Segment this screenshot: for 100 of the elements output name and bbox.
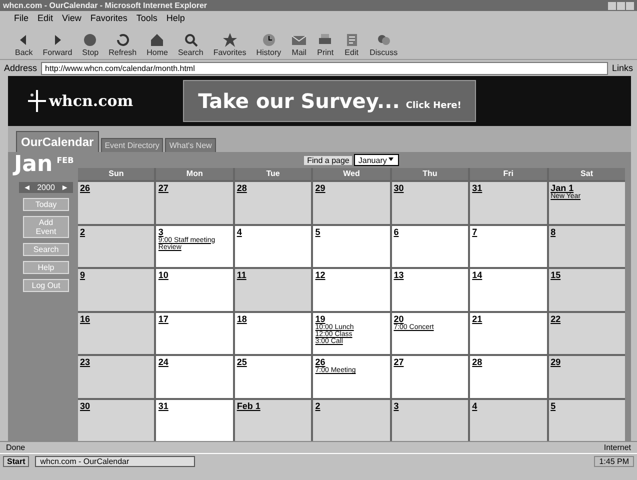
- day-number[interactable]: 9: [80, 270, 86, 280]
- day-cell[interactable]: 31: [470, 182, 547, 224]
- day-cell[interactable]: 6: [392, 226, 468, 267]
- day-number[interactable]: 18: [236, 314, 247, 324]
- day-number[interactable]: 25: [236, 357, 247, 367]
- day-cell[interactable]: 29: [313, 182, 390, 224]
- day-number[interactable]: 21: [472, 314, 482, 324]
- day-number[interactable]: 23: [80, 357, 90, 367]
- day-number[interactable]: 29: [315, 183, 326, 193]
- day-number[interactable]: 5: [315, 226, 320, 236]
- caret-icon[interactable]: [386, 155, 395, 163]
- day-number[interactable]: 24: [158, 357, 168, 367]
- toolbar-button[interactable]: Refresh: [106, 30, 140, 59]
- survey-ad[interactable]: Take our Survey... Click Here!: [183, 80, 476, 122]
- speech-bubbles-icon[interactable]: [376, 32, 392, 48]
- day-number[interactable]: 27: [394, 357, 404, 367]
- menu-item[interactable]: File: [14, 13, 29, 23]
- toolbar-button[interactable]: Favorites: [210, 30, 250, 59]
- toolbar-button[interactable]: Discuss: [366, 30, 401, 59]
- day-cell[interactable]: 17: [156, 312, 233, 354]
- day-number[interactable]: 31: [472, 183, 482, 193]
- day-number[interactable]: 3: [394, 400, 399, 410]
- day-cell[interactable]: 5: [313, 226, 390, 267]
- toolbar-button[interactable]: Stop: [79, 30, 102, 59]
- menu-item[interactable]: Tools: [136, 13, 158, 23]
- tab[interactable]: OurCalendar: [16, 131, 99, 152]
- day-number[interactable]: 5: [550, 400, 556, 410]
- menu-item[interactable]: Edit: [38, 13, 54, 23]
- day-cell[interactable]: 27: [156, 182, 233, 224]
- day-cell[interactable]: 31: [156, 400, 233, 441]
- day-cell[interactable]: 5: [548, 400, 625, 441]
- day-number[interactable]: 30: [80, 400, 90, 410]
- day-number[interactable]: 19: [315, 314, 326, 324]
- menu-item[interactable]: View: [62, 13, 82, 23]
- day-number[interactable]: 28: [236, 183, 247, 193]
- day-number[interactable]: 22: [550, 314, 561, 324]
- day-cell[interactable]: 13: [392, 269, 468, 310]
- day-cell[interactable]: 27: [392, 356, 468, 398]
- day-cell[interactable]: 22: [548, 312, 625, 354]
- day-number[interactable]: 16: [80, 314, 90, 324]
- day-number[interactable]: 11: [236, 270, 246, 280]
- day-number[interactable]: 26: [80, 183, 90, 193]
- next-year-arrow[interactable]: ►: [60, 183, 69, 192]
- day-number[interactable]: 7: [472, 226, 478, 236]
- toolbar-button[interactable]: Search: [174, 30, 206, 59]
- day-cell[interactable]: 10: [156, 269, 233, 310]
- stop-icon[interactable]: [82, 32, 98, 48]
- menu-item[interactable]: Help: [166, 13, 185, 23]
- day-number[interactable]: 2: [315, 400, 320, 410]
- links-button[interactable]: Links: [612, 63, 633, 73]
- day-cell[interactable]: 24: [156, 356, 233, 398]
- day-number[interactable]: Jan 1: [550, 183, 574, 193]
- site-logo[interactable]: whcn.com: [49, 92, 134, 110]
- day-number[interactable]: 30: [394, 183, 404, 193]
- day-number[interactable]: 29: [550, 357, 561, 367]
- toolbar-button[interactable]: Back: [12, 30, 36, 59]
- day-number[interactable]: 4: [472, 400, 478, 410]
- day-number[interactable]: 2: [80, 226, 86, 236]
- day-number[interactable]: 26: [315, 357, 326, 367]
- day-cell[interactable]: 21: [470, 312, 547, 354]
- day-number[interactable]: Feb 1: [236, 400, 260, 410]
- toolbar-button[interactable]: Home: [144, 30, 171, 59]
- taskbar-button[interactable]: whcn.com - OurCalendar: [35, 456, 196, 466]
- day-number[interactable]: 15: [550, 270, 561, 280]
- search-icon[interactable]: [182, 32, 199, 48]
- prev-year-arrow[interactable]: ◄: [23, 183, 32, 192]
- day-number[interactable]: 27: [158, 183, 168, 193]
- day-cell[interactable]: 9: [78, 269, 154, 310]
- day-cell[interactable]: 11: [234, 269, 312, 310]
- menu-item[interactable]: Favorites: [90, 13, 128, 23]
- toolbar-button[interactable]: Print: [314, 30, 337, 59]
- day-cell[interactable]: Feb 1: [234, 400, 312, 441]
- day-cell[interactable]: 16: [78, 312, 154, 354]
- day-cell[interactable]: 2: [313, 400, 390, 441]
- day-cell[interactable]: 30: [392, 182, 468, 224]
- day-number[interactable]: 31: [158, 400, 168, 410]
- day-cell[interactable]: 15: [548, 269, 625, 310]
- star-icon[interactable]: [222, 32, 238, 48]
- toolbar-button[interactable]: Edit: [340, 30, 363, 59]
- toolbar-button[interactable]: Mail: [288, 30, 310, 59]
- jump-select[interactable]: January: [354, 154, 399, 166]
- ad-link[interactable]: Click Here!: [406, 101, 462, 111]
- day-cell[interactable]: 25: [234, 356, 312, 398]
- day-cell[interactable]: 8: [548, 226, 625, 267]
- day-cell[interactable]: 23: [78, 356, 154, 398]
- address-field[interactable]: http://www.whcn.com/calendar/month.html: [41, 62, 608, 74]
- day-number[interactable]: 10: [158, 270, 168, 280]
- day-cell[interactable]: 7: [470, 226, 547, 267]
- day-cell[interactable]: 2: [78, 226, 154, 267]
- day-number[interactable]: 20: [394, 314, 404, 324]
- day-number[interactable]: 17: [158, 314, 168, 324]
- day-number[interactable]: 28: [472, 357, 482, 367]
- house-icon[interactable]: [149, 32, 166, 48]
- refresh-icon[interactable]: [114, 32, 131, 48]
- day-number[interactable]: 14: [472, 270, 482, 280]
- day-number[interactable]: 8: [550, 226, 556, 236]
- day-number[interactable]: 12: [315, 270, 326, 280]
- day-cell[interactable]: 4: [234, 226, 312, 267]
- day-cell[interactable]: 29: [548, 356, 625, 398]
- next-month-link[interactable]: FEB: [56, 156, 74, 165]
